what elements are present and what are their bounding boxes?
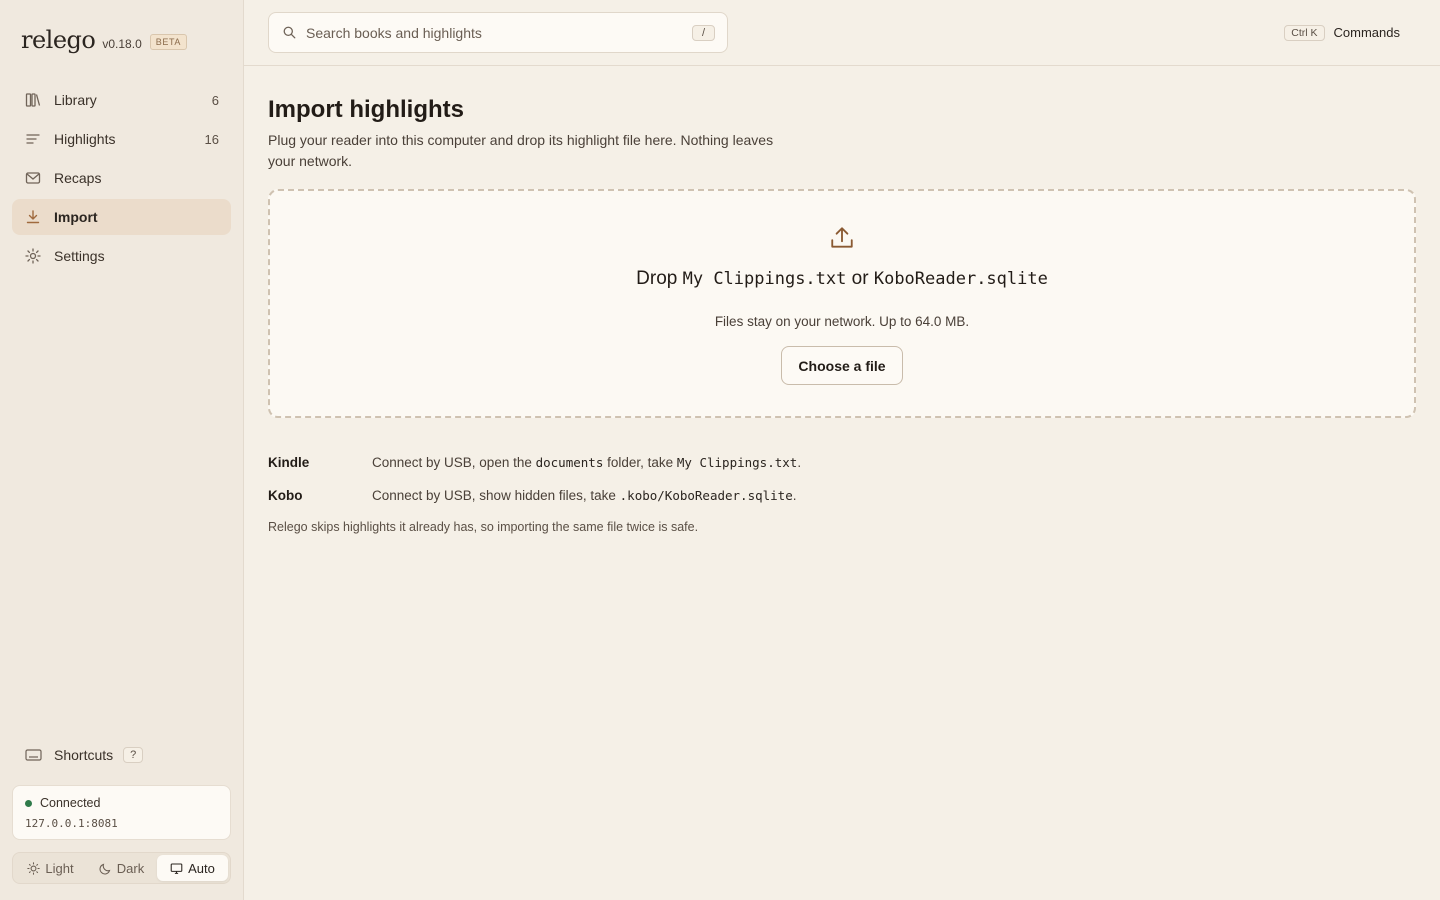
desc-text: .	[792, 488, 797, 503]
commands-key: Ctrl K	[1284, 24, 1325, 41]
theme-auto-button[interactable]: Auto	[157, 855, 228, 881]
sidebar-item-label: Settings	[54, 248, 105, 264]
connection-status: Connected 127.0.0.1:8081	[12, 785, 231, 840]
shortcuts-label: Shortcuts	[54, 747, 114, 763]
sun-icon	[27, 861, 41, 875]
import-footnote: Relego skips highlights it already has, …	[268, 520, 699, 534]
drop-file-kindle: My Clippings.txt	[682, 269, 847, 289]
search-shortcut-key: /	[691, 24, 715, 41]
shortcuts-key: ?	[123, 747, 144, 763]
theme-light-button[interactable]: Light	[15, 855, 86, 881]
app-logo[interactable]: relego	[21, 26, 96, 54]
sidebar-item-settings[interactable]: Settings	[12, 238, 231, 274]
import-page: Import highlights Plug your reader into …	[244, 66, 1440, 564]
drop-or: or	[851, 268, 869, 289]
sidebar-item-label: Library	[54, 92, 97, 108]
app-version: v0.18.0	[102, 37, 142, 51]
theme-switcher: Light Dark Auto	[12, 852, 231, 884]
highlights-icon	[24, 130, 42, 148]
brand: relego v0.18.0 BETA	[12, 0, 231, 82]
sidebar-item-label: Highlights	[54, 131, 116, 147]
sidebar-item-import[interactable]: Import	[12, 199, 231, 235]
sidebar-nav: Library 6 Highlights 16 Recaps Import Se…	[12, 82, 231, 274]
choose-file-button[interactable]: Choose a file	[781, 346, 903, 385]
desc-text: Connect by USB, show hidden files, take	[372, 488, 620, 503]
main-panel: / Ctrl K Commands Import highlights Plug…	[244, 0, 1440, 900]
device-row-kobo: Kobo Connect by USB, show hidden files, …	[268, 479, 1416, 512]
theme-auto-label: Auto	[188, 860, 215, 876]
commands-button[interactable]: Ctrl K Commands	[1284, 24, 1416, 41]
server-address: 127.0.0.1:8081	[25, 817, 118, 830]
page-subtitle: Plug your reader into this computer and …	[268, 132, 774, 169]
gear-icon	[24, 247, 42, 265]
topbar: / Ctrl K Commands	[244, 0, 1440, 66]
device-desc: Connect by USB, show hidden files, take …	[372, 488, 797, 503]
drop-prefix: Drop	[636, 268, 678, 289]
desc-code: documents	[535, 455, 604, 470]
status-label: Connected	[40, 796, 101, 810]
desc-text: folder, take	[603, 455, 677, 470]
sidebar-item-label: Import	[54, 209, 98, 225]
beta-badge: BETA	[149, 34, 187, 50]
upload-icon	[829, 225, 855, 254]
commands-label: Commands	[1333, 25, 1400, 40]
drop-title: Drop My Clippings.txt or KoboReader.sqli…	[636, 268, 1048, 290]
drop-file-kobo: KoboReader.sqlite	[873, 269, 1048, 289]
device-name: Kindle	[268, 455, 310, 470]
device-desc: Connect by USB, open the documents folde…	[372, 455, 801, 470]
theme-dark-button[interactable]: Dark	[86, 855, 157, 881]
library-icon	[24, 91, 42, 109]
monitor-icon	[170, 862, 183, 875]
search-box[interactable]: /	[268, 12, 728, 53]
desc-text: .	[797, 455, 802, 470]
theme-light-label: Light	[45, 860, 74, 876]
highlights-count: 16	[204, 131, 219, 147]
keyboard-icon	[24, 746, 42, 764]
shortcuts-button[interactable]: Shortcuts ?	[12, 737, 231, 773]
status-dot	[25, 799, 32, 807]
desc-text: Connect by USB, open the	[372, 455, 536, 470]
search-icon	[283, 26, 296, 39]
theme-dark-label: Dark	[116, 860, 145, 876]
desc-code: My Clippings.txt	[676, 455, 798, 470]
page-title: Import highlights	[268, 96, 464, 123]
sidebar-item-recaps[interactable]: Recaps	[12, 160, 231, 196]
sidebar: relego v0.18.0 BETA Library 6 Highlights…	[0, 0, 244, 900]
desc-code: .kobo/KoboReader.sqlite	[619, 488, 793, 503]
device-name: Kobo	[268, 488, 303, 503]
download-icon	[24, 208, 42, 226]
drop-note: Files stay on your network. Up to 64.0 M…	[714, 314, 970, 329]
search-input[interactable]	[306, 24, 682, 41]
mail-icon	[24, 169, 42, 187]
library-count: 6	[211, 92, 219, 108]
sidebar-item-highlights[interactable]: Highlights 16	[12, 121, 231, 157]
sidebar-item-label: Recaps	[54, 170, 102, 186]
sidebar-item-library[interactable]: Library 6	[12, 82, 231, 118]
file-dropzone[interactable]: Drop My Clippings.txt or KoboReader.sqli…	[268, 189, 1416, 418]
device-instructions: Kindle Connect by USB, open the document…	[268, 446, 1416, 534]
moon-icon	[99, 862, 112, 875]
device-row-kindle: Kindle Connect by USB, open the document…	[268, 446, 1416, 479]
sidebar-footer: Shortcuts ? Connected 127.0.0.1:8081 Lig…	[12, 737, 231, 884]
